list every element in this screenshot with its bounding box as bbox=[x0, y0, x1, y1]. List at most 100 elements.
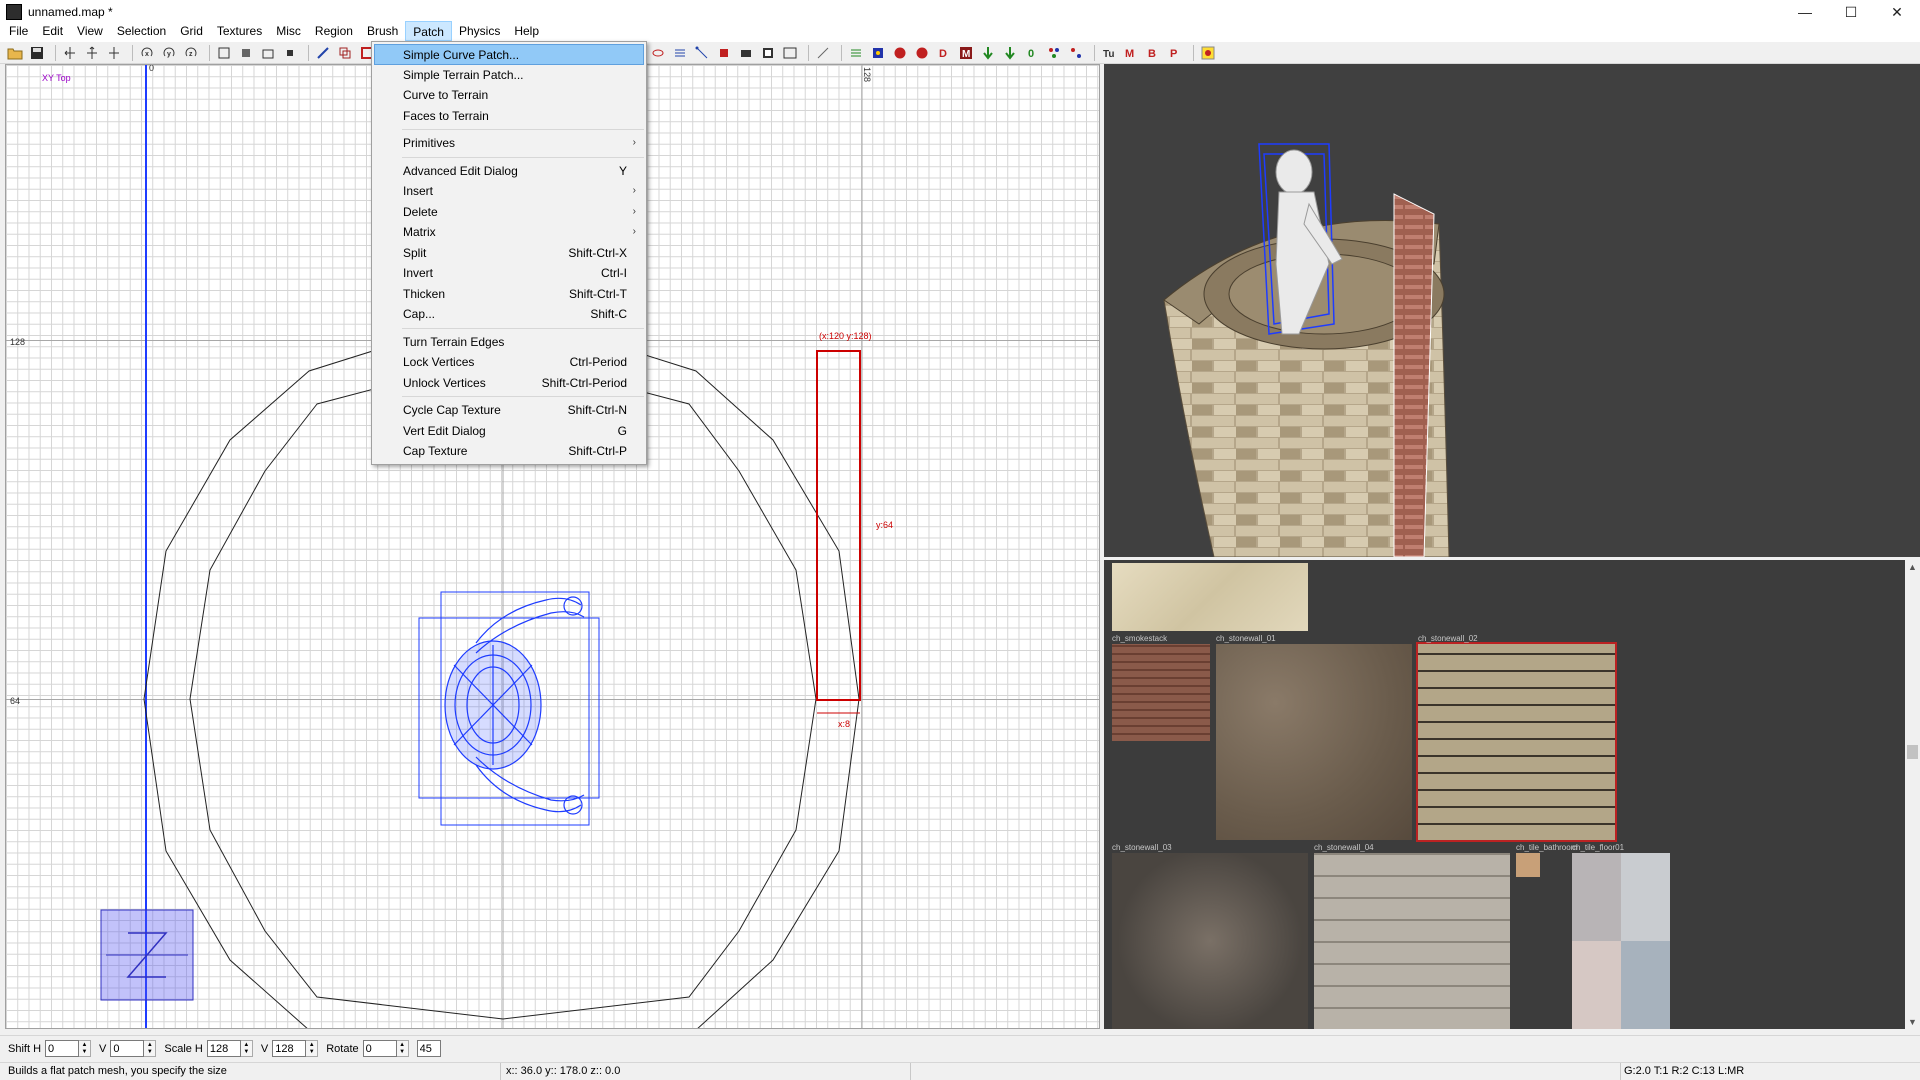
save-file-icon[interactable] bbox=[28, 45, 46, 61]
texture-swatch-stonewall-03 bbox=[1112, 853, 1308, 1029]
menu-file[interactable]: File bbox=[2, 21, 35, 41]
show-patches-icon[interactable] bbox=[913, 45, 931, 61]
cubic-clip-icon[interactable] bbox=[759, 45, 777, 61]
rotate-spinner[interactable]: ▲ ▼ bbox=[396, 1040, 409, 1057]
texture-thumbnail[interactable]: ch_stonewall_01 bbox=[1216, 634, 1412, 840]
select-complete-tall-icon[interactable] bbox=[215, 45, 233, 61]
menu-item-cap[interactable]: Cap... Shift-C bbox=[372, 304, 646, 325]
green-arrow-down-icon[interactable] bbox=[979, 45, 997, 61]
status-hint: Builds a flat patch mesh, you specify th… bbox=[8, 1065, 227, 1077]
shift-h-spinner[interactable]: ▲ ▼ bbox=[79, 1040, 92, 1057]
texture-thumbnail[interactable]: ch_smokestack bbox=[1112, 634, 1210, 741]
menu-item-turn-terrain-edges[interactable]: Turn Terrain Edges bbox=[372, 332, 646, 353]
show-entities-icon[interactable] bbox=[847, 45, 865, 61]
menu-textures[interactable]: Textures bbox=[210, 21, 269, 41]
texture-thumbnail[interactable] bbox=[1112, 563, 1308, 631]
rotate-x-icon[interactable]: x bbox=[138, 45, 156, 61]
view-icon[interactable] bbox=[781, 45, 799, 61]
menu-selection[interactable]: Selection bbox=[110, 21, 173, 41]
entity-list-icon[interactable] bbox=[814, 45, 832, 61]
csg-subtract-icon[interactable] bbox=[314, 45, 332, 61]
open-file-icon[interactable] bbox=[6, 45, 24, 61]
menu-item-invert[interactable]: Invert Ctrl-I bbox=[372, 263, 646, 284]
rotate-step-input[interactable] bbox=[416, 1040, 441, 1057]
zero-icon[interactable]: 0 bbox=[1023, 45, 1041, 61]
menu-edit[interactable]: Edit bbox=[35, 21, 70, 41]
rotate-y-icon[interactable]: y bbox=[160, 45, 178, 61]
b-tool-icon[interactable]: B bbox=[1144, 45, 1162, 61]
m-tool-icon[interactable]: M bbox=[1122, 45, 1140, 61]
menu-item-cycle-cap-texture[interactable]: Cycle Cap Texture Shift-Ctrl-N bbox=[372, 400, 646, 421]
select-touching-icon[interactable] bbox=[237, 45, 255, 61]
scale-h-input[interactable] bbox=[206, 1040, 241, 1057]
menu-help[interactable]: Help bbox=[507, 21, 546, 41]
camera-icon[interactable] bbox=[737, 45, 755, 61]
texture-thumbnail[interactable]: ch_stonewall_04 bbox=[1314, 843, 1510, 1029]
move-down-icon[interactable] bbox=[1001, 45, 1019, 61]
menu-item-advanced-edit-dialog[interactable]: Advanced Edit Dialog Y bbox=[372, 161, 646, 182]
scale-v-spinner[interactable]: ▲ ▼ bbox=[306, 1040, 319, 1057]
menu-region[interactable]: Region bbox=[308, 21, 360, 41]
menu-item-vert-edit-dialog[interactable]: Vert Edit Dialog G bbox=[372, 421, 646, 442]
menu-item-delete[interactable]: Delete › bbox=[372, 202, 646, 223]
menu-item-simple-terrain-patch[interactable]: Simple Terrain Patch... bbox=[372, 65, 646, 86]
ungroup-icon[interactable] bbox=[1067, 45, 1085, 61]
menu-item-insert[interactable]: Insert › bbox=[372, 181, 646, 202]
p-tool-icon[interactable]: P bbox=[1166, 45, 1184, 61]
show-curves-icon[interactable] bbox=[891, 45, 909, 61]
texture-thumbnail[interactable]: ch_tile_bathroom bbox=[1516, 843, 1577, 877]
scrollbar-thumb[interactable] bbox=[1907, 745, 1918, 759]
texture-thumbnail[interactable]: ch_tile_floor01 bbox=[1572, 843, 1670, 1029]
select-inside-icon[interactable] bbox=[281, 45, 299, 61]
shift-v-input[interactable] bbox=[110, 1040, 145, 1057]
menu-item-primitives[interactable]: Primitives › bbox=[372, 133, 646, 154]
scale-h-spinner[interactable]: ▲ ▼ bbox=[240, 1040, 253, 1057]
menu-item-lock-vertices[interactable]: Lock Vertices Ctrl-Period bbox=[372, 352, 646, 373]
shift-h-input[interactable] bbox=[45, 1040, 80, 1057]
menu-item-matrix[interactable]: Matrix › bbox=[372, 222, 646, 243]
flip-z-icon[interactable] bbox=[105, 45, 123, 61]
patch-dropdown-menu: Simple Curve Patch... Simple Terrain Pat… bbox=[371, 41, 647, 465]
show-m-icon[interactable]: M bbox=[957, 45, 975, 61]
flip-x-icon[interactable] bbox=[61, 45, 79, 61]
plugin-icon[interactable] bbox=[1199, 45, 1217, 61]
menu-view[interactable]: View bbox=[70, 21, 110, 41]
menu-misc[interactable]: Misc bbox=[269, 21, 308, 41]
texture-browser[interactable]: ch_smokestack ch_stonewall_01 ch_stonewa… bbox=[1104, 560, 1920, 1029]
show-d-icon[interactable]: D bbox=[935, 45, 953, 61]
rotate-z-icon[interactable]: z bbox=[182, 45, 200, 61]
menu-item-thicken[interactable]: Thicken Shift-Ctrl-T bbox=[372, 284, 646, 305]
menu-brush[interactable]: Brush bbox=[360, 21, 405, 41]
menu-item-split[interactable]: Split Shift-Ctrl-X bbox=[372, 243, 646, 264]
texture-thumbnail-selected[interactable]: ch_stonewall_02 bbox=[1416, 634, 1617, 842]
menu-grid[interactable]: Grid bbox=[173, 21, 210, 41]
menu-item-simple-curve-patch[interactable]: Simple Curve Patch... bbox=[374, 44, 644, 65]
menu-item-curve-to-terrain[interactable]: Curve to Terrain bbox=[372, 85, 646, 106]
menu-patch[interactable]: Patch bbox=[405, 21, 452, 41]
face-edit-icon[interactable] bbox=[715, 45, 733, 61]
scroll-down-arrow-icon[interactable]: ▼ bbox=[1908, 1017, 1917, 1027]
3d-camera-view[interactable] bbox=[1104, 64, 1920, 557]
menu-item-unlock-vertices[interactable]: Unlock Vertices Shift-Ctrl-Period bbox=[372, 373, 646, 394]
scale-v-input[interactable] bbox=[272, 1040, 307, 1057]
menu-item-faces-to-terrain[interactable]: Faces to Terrain bbox=[372, 106, 646, 127]
group-icon[interactable] bbox=[1045, 45, 1063, 61]
flip-y-icon[interactable] bbox=[83, 45, 101, 61]
texture-tool-icon[interactable]: Tu bbox=[1100, 45, 1118, 61]
show-lights-icon[interactable] bbox=[869, 45, 887, 61]
app-icon bbox=[6, 4, 22, 20]
csg-merge-icon[interactable] bbox=[336, 45, 354, 61]
menu-item-cap-texture[interactable]: Cap Texture Shift-Ctrl-P bbox=[372, 441, 646, 462]
scroll-up-arrow-icon[interactable]: ▲ bbox=[1908, 562, 1917, 572]
texture-scrollbar[interactable]: ▲ ▼ bbox=[1905, 560, 1920, 1029]
select-partial-tall-icon[interactable] bbox=[259, 45, 277, 61]
rotate-input[interactable] bbox=[362, 1040, 397, 1057]
vertex-edit-icon[interactable] bbox=[671, 45, 689, 61]
edge-edit-icon[interactable] bbox=[693, 45, 711, 61]
svg-text:x: x bbox=[145, 51, 149, 58]
texture-rotate-icon[interactable] bbox=[649, 45, 667, 61]
menu-physics[interactable]: Physics bbox=[452, 21, 507, 41]
texture-thumbnail[interactable]: ch_stonewall_03 bbox=[1112, 843, 1308, 1029]
camera-render[interactable] bbox=[1104, 64, 1920, 557]
shift-v-spinner[interactable]: ▲ ▼ bbox=[144, 1040, 157, 1057]
